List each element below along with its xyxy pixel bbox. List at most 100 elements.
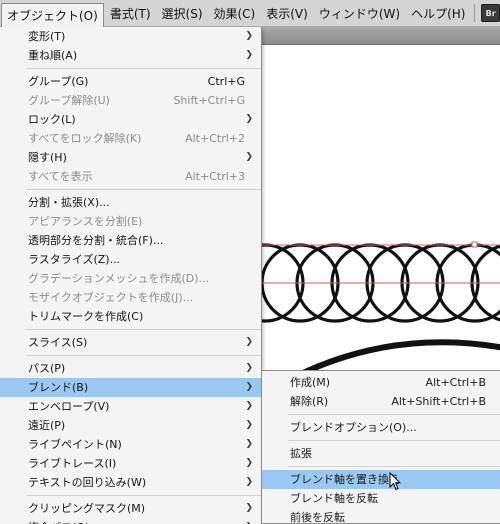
menu-item-label: グループ解除(U) (28, 94, 110, 107)
anchor-point[interactable] (471, 241, 478, 248)
submenu-item-label: ブレンド軸を置き換え (290, 473, 400, 486)
chevron-right-icon: ❯ (245, 152, 253, 162)
menu-item-label: トリムマークを作成(C) (28, 310, 144, 323)
menu-item-shortcut: Alt+Ctrl+3 (185, 170, 245, 183)
menu-type[interactable]: 書式(T) (105, 2, 156, 24)
menu-item-label: ブレンド(B) (28, 381, 89, 394)
menu-effect[interactable]: 効果(C) (209, 2, 261, 24)
blend-submenu-item-8[interactable]: ブレンド軸を反転 (262, 489, 500, 508)
blend-submenu-item-0[interactable]: 作成(M) Alt+Ctrl+B (262, 373, 500, 392)
menu-item-label: 重ね順(A) (28, 49, 78, 62)
submenu-item-label: 作成(M) (290, 376, 331, 389)
menu-separator (26, 495, 261, 496)
object-menu-item-16[interactable]: トリムマークを作成(C) (0, 307, 261, 326)
object-menu-item-4: グループ解除(U) Shift+Ctrl+G (0, 91, 261, 110)
object-menu-item-25[interactable]: ライブトレース(I) ❯ (0, 454, 261, 473)
menu-separator (26, 355, 261, 356)
object-menu-item-18[interactable]: スライス(S) ❯ (0, 333, 261, 352)
object-menu-item-7[interactable]: 隠す(H) ❯ (0, 148, 261, 167)
object-menu-item-21[interactable]: ブレンド(B) ❯ (0, 378, 261, 397)
chevron-right-icon: ❯ (245, 420, 253, 430)
submenu-item-label: ブレンドオプション(O)... (290, 421, 417, 434)
menu-object[interactable]: オブジェクト(O) (1, 2, 104, 27)
object-menu-item-24[interactable]: ライブペイント(N) ❯ (0, 435, 261, 454)
submenu-item-label: 前後を反転 (290, 511, 345, 524)
menu-item-label: ラスタライズ(Z)... (28, 253, 121, 266)
object-menu-item-0[interactable]: 変形(T) ❯ (0, 27, 261, 46)
object-menu-item-13[interactable]: ラスタライズ(Z)... (0, 250, 261, 269)
menu-item-label: 複合パス(O) (28, 518, 89, 524)
menu-item-label: ロック(L) (28, 113, 76, 126)
object-menu-item-14: グラデーションメッシュを作成(D)... (0, 269, 261, 288)
object-menu-item-6: すべてをロック解除(K) Alt+Ctrl+2 (0, 129, 261, 148)
blend-submenu-item-5[interactable]: 拡張 (262, 444, 500, 463)
chevron-right-icon: ❯ (245, 518, 253, 524)
menu-item-label: モザイクオブジェクトを作成(J)... (28, 291, 194, 304)
object-menu-item-8: すべてを表示 Alt+Ctrl+3 (0, 167, 261, 186)
blend-submenu-item-9[interactable]: 前後を反転 (262, 508, 500, 524)
chevron-right-icon: ❯ (245, 337, 253, 347)
menu-item-label: 隠す(H) (28, 151, 67, 164)
object-menu-item-11: アピアランスを分割(E) (0, 212, 261, 231)
mouse-cursor-icon (389, 472, 401, 491)
object-menu-item-26[interactable]: テキストの回り込み(W) ❯ (0, 473, 261, 492)
menu-item-label: クリッピングマスク(M) (28, 502, 146, 515)
object-menu-item-5[interactable]: ロック(L) ❯ (0, 110, 261, 129)
menu-separator (26, 68, 261, 69)
menu-item-label: ライブペイント(N) (28, 438, 122, 451)
object-menu-item-10[interactable]: 分割・拡張(X)... (0, 193, 261, 212)
menu-item-label: テキストの回り込み(W) (28, 476, 147, 489)
object-menu-item-20[interactable]: パス(P) ❯ (0, 359, 261, 378)
bridge-icon[interactable]: Br (481, 4, 500, 22)
object-menu-item-28[interactable]: クリッピングマスク(M) ❯ (0, 499, 261, 518)
menubar-divider (474, 4, 476, 22)
menu-item-label: 変形(T) (28, 30, 66, 43)
blend-submenu-item-7[interactable]: ブレンド軸を置き換え (262, 470, 500, 489)
submenu-item-label: ブレンド軸を反転 (290, 492, 378, 505)
menu-item-label: グループ(G) (28, 75, 89, 88)
menu-item-label: すべてを表示 (28, 170, 93, 183)
submenu-item-shortcut: Alt+Ctrl+B (425, 376, 486, 389)
menu-item-label: スライス(S) (28, 336, 88, 349)
menu-item-label: ライブトレース(I) (28, 457, 117, 470)
chevron-right-icon: ❯ (245, 382, 253, 392)
menu-item-label: グラデーションメッシュを作成(D)... (28, 272, 209, 285)
menu-item-shortcut: Shift+Ctrl+G (173, 94, 245, 107)
chevron-right-icon: ❯ (245, 458, 253, 468)
menu-item-shortcut: Alt+Ctrl+2 (185, 132, 245, 145)
menu-item-label: すべてをロック解除(K) (28, 132, 142, 145)
menu-view[interactable]: 表示(V) (261, 2, 313, 24)
chevron-right-icon: ❯ (245, 503, 253, 513)
object-menu-item-3[interactable]: グループ(G) Ctrl+G (0, 72, 261, 91)
menu-item-label: 透明部分を分割・統合(F)... (28, 234, 164, 247)
menu-item-label: アピアランスを分割(E) (28, 215, 143, 228)
menu-item-label: 分割・拡張(X)... (28, 196, 110, 209)
object-menu-item-12[interactable]: 透明部分を分割・統合(F)... (0, 231, 261, 250)
chevron-right-icon: ❯ (245, 50, 253, 60)
menu-item-shortcut: Ctrl+G (207, 75, 245, 88)
object-menu-item-22[interactable]: エンベロープ(V) ❯ (0, 397, 261, 416)
menu-item-label: 遠近(P) (28, 419, 66, 432)
chevron-right-icon: ❯ (245, 477, 253, 487)
chevron-right-icon: ❯ (245, 363, 253, 373)
submenu-item-label: 拡張 (290, 447, 312, 460)
blend-submenu-item-3[interactable]: ブレンドオプション(O)... (262, 418, 500, 437)
menu-item-label: パス(P) (28, 362, 66, 375)
menu-separator (26, 329, 261, 330)
object-menu: 変形(T) ❯ 重ね順(A) ❯ グループ(G) Ctrl+G グループ解除(U) Shift… (0, 27, 262, 524)
menu-window[interactable]: ウィンドウ(W) (314, 2, 405, 24)
menu-bar: オブジェクト(O) 書式(T) 選択(S) 効果(C) 表示(V) ウィンドウ(… (0, 0, 500, 27)
blend-submenu-item-1[interactable]: 解除(R) Alt+Shift+Ctrl+B (262, 392, 500, 411)
document-tab-bar (262, 27, 500, 45)
submenu-separator (288, 414, 500, 415)
menu-help[interactable]: ヘルプ(H) (406, 2, 470, 24)
blend-submenu: 作成(M) Alt+Ctrl+B 解除(R) Alt+Shift+Ctrl+B ブレンド… (261, 370, 500, 524)
submenu-item-label: 解除(R) (290, 395, 329, 408)
submenu-item-shortcut: Alt+Shift+Ctrl+B (391, 395, 486, 408)
submenu-separator (288, 466, 500, 467)
object-menu-item-29[interactable]: 複合パス(O) ❯ (0, 518, 261, 524)
menu-select[interactable]: 選択(S) (157, 2, 208, 24)
chevron-right-icon: ❯ (245, 31, 253, 41)
object-menu-item-23[interactable]: 遠近(P) ❯ (0, 416, 261, 435)
object-menu-item-1[interactable]: 重ね順(A) ❯ (0, 46, 261, 65)
